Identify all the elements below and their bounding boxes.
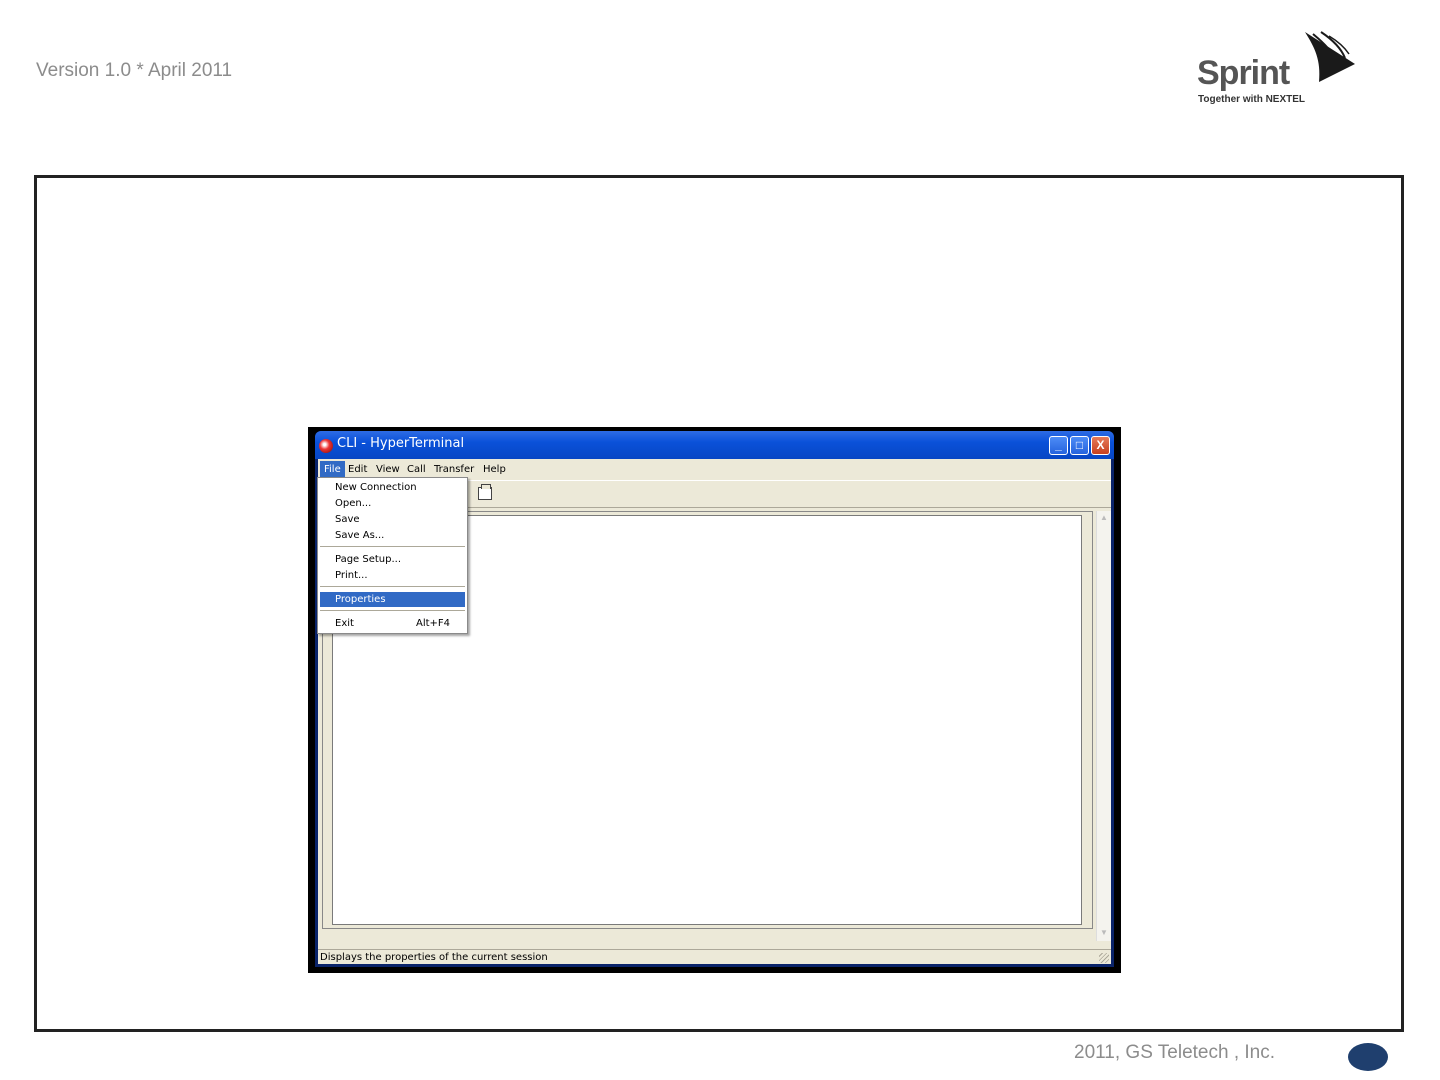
menu-item-save-as[interactable]: Save As... xyxy=(320,528,465,543)
menu-help[interactable]: Help xyxy=(479,461,510,479)
menu-item-new-connection[interactable]: New Connection xyxy=(320,480,465,495)
version-label: Version 1.0 * April 2011 xyxy=(36,60,233,81)
menu-item-label: Open... xyxy=(335,498,372,509)
menu-item-label: Save xyxy=(335,514,360,525)
menu-separator xyxy=(320,546,465,547)
menu-item-label: New Connection xyxy=(335,482,417,493)
sprint-logo: Sprint Together with NEXTEL xyxy=(1195,30,1365,110)
menu-separator xyxy=(320,610,465,611)
menu-item-shortcut: Alt+F4 xyxy=(416,618,451,629)
menu-item-label: Properties xyxy=(335,594,386,605)
vertical-scrollbar[interactable]: ▲ ▼ xyxy=(1096,511,1111,941)
menu-separator xyxy=(320,586,465,587)
properties-icon[interactable] xyxy=(478,484,492,500)
maximize-button[interactable]: □ xyxy=(1070,436,1089,455)
logo-brand: Sprint xyxy=(1197,54,1290,92)
menu-item-label: Page Setup... xyxy=(335,554,402,565)
status-bar: Displays the properties of the current s… xyxy=(318,949,1111,964)
footer-copyright: 2011, GS Teletech , Inc. xyxy=(1074,1042,1276,1063)
title-bar[interactable]: CLI - HyperTerminal _ □ X xyxy=(315,431,1114,459)
status-text: Displays the properties of the current s… xyxy=(320,952,548,963)
menu-item-page-setup[interactable]: Page Setup... xyxy=(320,552,465,567)
menu-item-save[interactable]: Save xyxy=(320,512,465,527)
scroll-down-icon[interactable]: ▼ xyxy=(1097,926,1111,940)
menu-item-properties[interactable]: Properties xyxy=(320,592,465,607)
minimize-button[interactable]: _ xyxy=(1049,436,1068,455)
window-title: CLI - HyperTerminal xyxy=(337,436,465,451)
file-menu-dropdown: New Connection Open... Save Save As... P… xyxy=(317,477,468,634)
page-number-badge xyxy=(1348,1043,1388,1071)
menu-item-print[interactable]: Print... xyxy=(320,568,465,583)
logo-tagline: Together with NEXTEL xyxy=(1198,94,1306,105)
menu-item-label: Print... xyxy=(335,570,368,581)
resize-grip-icon[interactable] xyxy=(1099,953,1109,963)
menu-item-exit[interactable]: Exit Alt+F4 xyxy=(320,616,465,631)
scroll-up-icon[interactable]: ▲ xyxy=(1097,511,1111,525)
hyperterminal-app-icon xyxy=(319,439,333,453)
menu-item-open[interactable]: Open... xyxy=(320,496,465,511)
sprint-wings-icon xyxy=(1305,31,1355,82)
menu-item-label: Exit xyxy=(335,618,354,629)
close-button[interactable]: X xyxy=(1091,436,1110,455)
menu-item-label: Save As... xyxy=(335,530,385,541)
